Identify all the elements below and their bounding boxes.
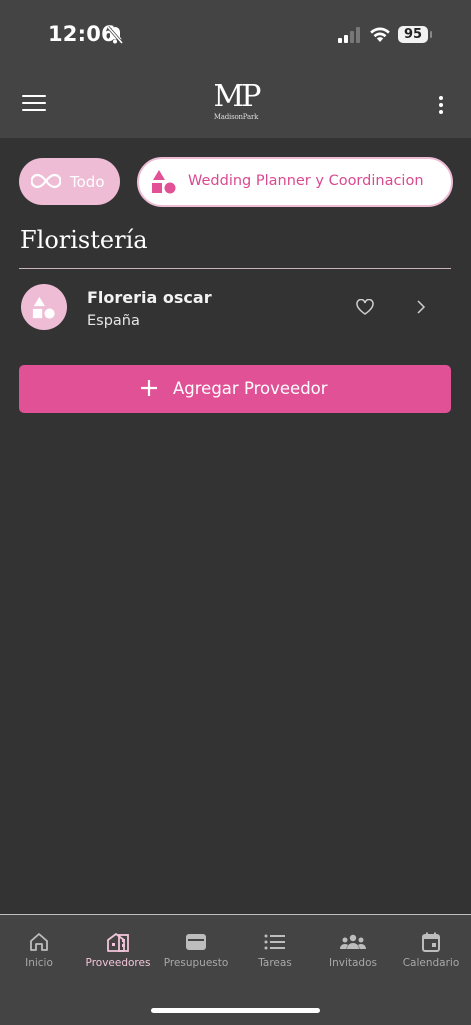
nav-item-invitados[interactable]: Invitados bbox=[314, 931, 392, 969]
nav-item-proveedores[interactable]: Proveedores bbox=[79, 931, 157, 969]
section-divider bbox=[19, 268, 451, 269]
status-bar: 12:06 95 bbox=[0, 0, 471, 70]
chevron-right-icon[interactable] bbox=[416, 299, 426, 319]
nav-item-tareas[interactable]: Tareas bbox=[236, 931, 314, 969]
nav-item-inicio[interactable]: Inicio bbox=[0, 931, 78, 969]
more-options-icon[interactable] bbox=[437, 96, 445, 118]
filter-chip-label: Wedding Planner y Coordinacion bbox=[188, 173, 424, 189]
nav-label: Invitados bbox=[329, 957, 377, 969]
hamburger-menu-icon[interactable] bbox=[22, 95, 46, 113]
battery-indicator: 95 bbox=[398, 26, 428, 43]
add-vendor-button[interactable]: Agregar Proveedor bbox=[19, 365, 451, 413]
guests-icon bbox=[314, 931, 392, 953]
logo-mark: MP bbox=[213, 79, 262, 114]
cellular-signal-icon bbox=[338, 27, 362, 47]
plus-icon bbox=[140, 379, 158, 401]
nav-label: Proveedores bbox=[85, 957, 151, 969]
bell-muted-icon bbox=[105, 25, 125, 49]
vendors-icon bbox=[79, 931, 157, 953]
vendor-name: Floreria oscar bbox=[87, 288, 212, 307]
battery-tip bbox=[430, 31, 432, 38]
vendor-country: España bbox=[87, 313, 140, 329]
vendor-list-item[interactable]: Floreria oscar España bbox=[19, 282, 451, 336]
nav-label: Presupuesto bbox=[163, 957, 229, 969]
section-title: Floristería bbox=[20, 226, 148, 254]
filter-chip-label: Todo bbox=[70, 173, 105, 191]
home-indicator[interactable] bbox=[151, 1008, 320, 1013]
add-vendor-label: Agregar Proveedor bbox=[173, 379, 328, 398]
heart-icon[interactable] bbox=[356, 298, 374, 319]
madison-park-logo: MP MadisonPark bbox=[205, 82, 267, 126]
vendor-avatar bbox=[21, 284, 67, 330]
filter-chip-wedding-planner[interactable]: Wedding Planner y Coordinacion bbox=[137, 157, 453, 207]
nav-item-presupuesto[interactable]: Presupuesto bbox=[157, 931, 235, 969]
shapes-icon bbox=[32, 296, 55, 319]
wifi-icon bbox=[369, 25, 391, 47]
infinity-icon bbox=[30, 172, 62, 194]
wallet-icon bbox=[157, 931, 235, 953]
logo-subtitle: MadisonPark bbox=[213, 113, 259, 121]
nav-item-calendario[interactable]: Calendario bbox=[392, 931, 470, 969]
filter-chip-todo[interactable]: Todo bbox=[19, 158, 120, 205]
nav-label: Inicio bbox=[25, 957, 53, 969]
nav-label: Tareas bbox=[258, 957, 292, 969]
app-header: MP MadisonPark bbox=[0, 70, 471, 138]
list-icon bbox=[236, 931, 314, 953]
calendar-icon bbox=[392, 931, 470, 953]
nav-label: Calendario bbox=[402, 957, 460, 969]
home-icon bbox=[0, 931, 78, 953]
shapes-icon bbox=[151, 169, 177, 199]
